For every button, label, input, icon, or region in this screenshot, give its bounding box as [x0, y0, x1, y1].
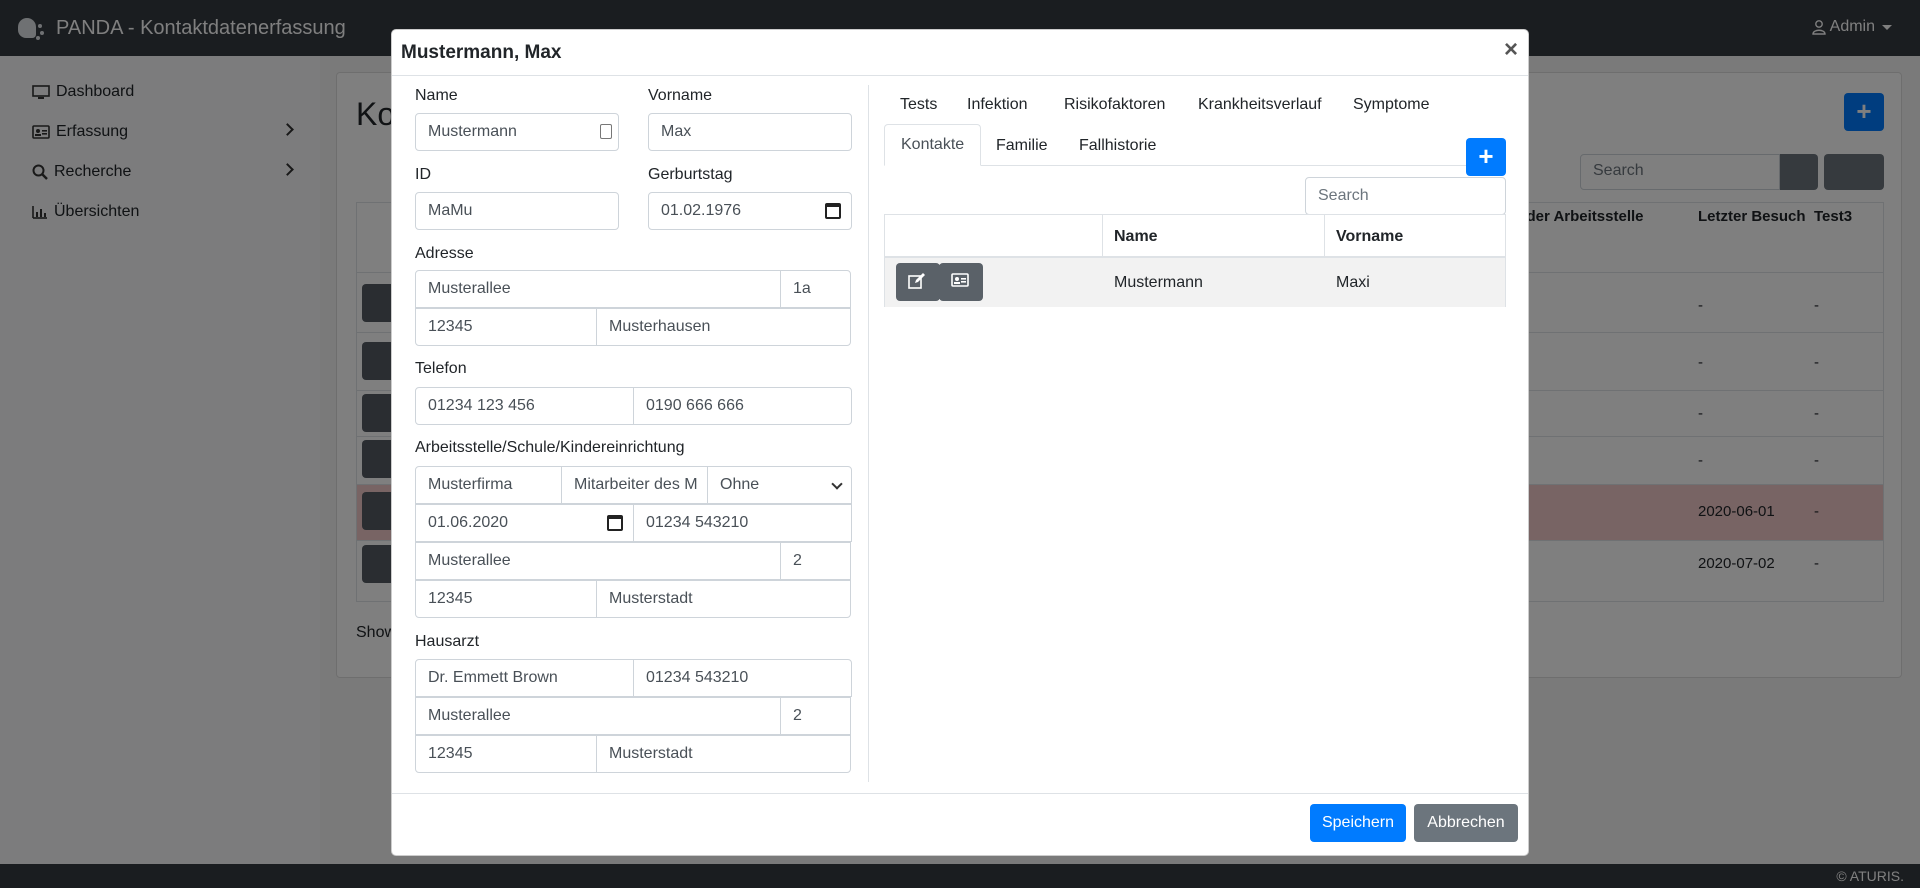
geburtstag-label: Gerburtstag: [648, 166, 733, 183]
contact-name: Mustermann: [1114, 274, 1203, 291]
contact-vorname: Maxi: [1336, 274, 1370, 291]
id-label: ID: [415, 166, 431, 183]
name-label: Name: [415, 87, 458, 104]
tab-tests[interactable]: Tests: [900, 96, 937, 114]
doctor-city-field[interactable]: Musterstadt: [596, 735, 851, 773]
id-card-icon: [951, 273, 969, 287]
doctor-zip-field[interactable]: 12345: [415, 735, 597, 773]
close-icon[interactable]: ×: [1504, 38, 1518, 62]
patient-modal: Mustermann, Max × Name Mustermann Vornam…: [391, 29, 1529, 856]
column-header-vorname[interactable]: Vorname: [1336, 228, 1403, 246]
column-divider: [868, 85, 869, 782]
street-field[interactable]: Musterallee: [415, 270, 781, 308]
doctor-name-field[interactable]: Dr. Emmett Brown: [415, 659, 634, 697]
city-field[interactable]: Musterhausen: [596, 308, 851, 346]
contacts-search-input[interactable]: Search: [1305, 177, 1506, 215]
work-street-field[interactable]: Musterallee: [415, 542, 781, 580]
contact-card-icon: [600, 124, 612, 139]
zip-field[interactable]: 12345: [415, 308, 597, 346]
tab-risikofaktoren[interactable]: Risikofaktoren: [1064, 96, 1165, 114]
name-field[interactable]: Mustermann: [415, 113, 619, 151]
work-date-field[interactable]: 01.06.2020: [415, 504, 634, 542]
tab-kontakte[interactable]: Kontakte: [884, 124, 982, 166]
edit-button[interactable]: [896, 263, 940, 301]
add-contact-button[interactable]: +: [1466, 138, 1506, 176]
tab-krankheitsverlauf[interactable]: Krankheitsverlauf: [1198, 96, 1322, 114]
modal-header: Mustermann, Max ×: [392, 30, 1528, 76]
house-number-field[interactable]: 1a: [780, 270, 851, 308]
calendar-icon[interactable]: [607, 515, 623, 531]
id-field[interactable]: MaMu: [415, 192, 619, 230]
tab-familie[interactable]: Familie: [996, 137, 1048, 155]
column-header-name[interactable]: Name: [1114, 228, 1158, 246]
tab-symptome[interactable]: Symptome: [1353, 96, 1429, 114]
work-house-number-field[interactable]: 2: [780, 542, 851, 580]
doctor-house-number-field[interactable]: 2: [780, 697, 851, 735]
doctor-street-field[interactable]: Musterallee: [415, 697, 781, 735]
arbeitsstelle-label: Arbeitsstelle/Schule/Kindereinrichtung: [415, 439, 685, 456]
phone-field[interactable]: 01234 123 456: [415, 387, 634, 425]
modal-footer: Speichern Abbrechen: [392, 793, 1528, 855]
employer-field[interactable]: Musterfirma: [415, 466, 562, 504]
vorname-label: Vorname: [648, 87, 713, 104]
work-city-field[interactable]: Musterstadt: [596, 580, 851, 618]
tab-infektion[interactable]: Infektion: [967, 96, 1027, 114]
work-phone-field[interactable]: 01234 543210: [633, 504, 852, 542]
vorname-field[interactable]: Max: [648, 113, 852, 151]
chevron-down-icon: [831, 478, 843, 490]
calendar-icon[interactable]: [825, 203, 841, 219]
cancel-button[interactable]: Abbrechen: [1414, 804, 1518, 842]
tab-fallhistorie[interactable]: Fallhistorie: [1079, 137, 1156, 155]
work-zip-field[interactable]: 12345: [415, 580, 597, 618]
type-select[interactable]: Ohne: [707, 466, 852, 504]
doctor-phone-field[interactable]: 01234 543210: [633, 659, 852, 697]
hausarzt-label: Hausarzt: [415, 633, 480, 650]
geburtstag-date-field[interactable]: 01.02.1976: [648, 192, 852, 230]
position-field[interactable]: Mitarbeiter des M: [561, 466, 708, 504]
save-button[interactable]: Speichern: [1310, 804, 1406, 842]
adresse-label: Adresse: [415, 245, 474, 262]
details-button[interactable]: [939, 263, 983, 301]
telefon-label: Telefon: [415, 360, 467, 377]
edit-icon: [908, 273, 925, 289]
phone2-field[interactable]: 0190 666 666: [633, 387, 852, 425]
modal-title: Mustermann, Max: [401, 42, 562, 63]
